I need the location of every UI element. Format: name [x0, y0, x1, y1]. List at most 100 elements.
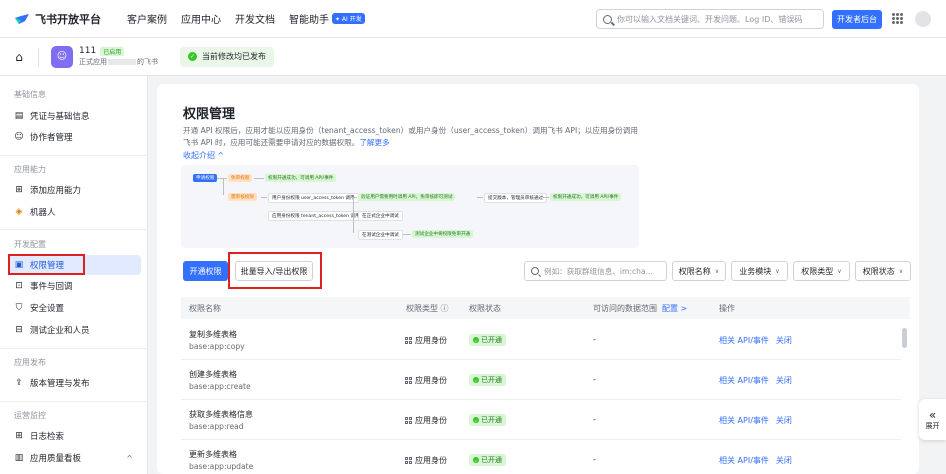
grid-icon	[405, 417, 412, 424]
sidebar-item-label: 应用质量看板	[30, 454, 82, 464]
permission-type: 应用身份	[405, 375, 447, 386]
feishu-logo-icon	[15, 13, 29, 24]
chevron-down-icon: ∨	[714, 267, 720, 275]
filter-label: 权限名称	[678, 266, 711, 276]
table-scrollbar[interactable]	[902, 328, 907, 348]
flow-user-identity: 用户身份权限 user_access_token 调用	[268, 193, 359, 203]
table-row: 更新多维表格 base:app:update 应用身份 ✓ 已开通 - 相关 AP…	[181, 440, 901, 474]
learn-more-link[interactable]: 了解更多	[359, 138, 389, 147]
flow-connector	[543, 197, 549, 198]
sidebar-item-security[interactable]: ⛉ 安全设置	[8, 298, 141, 318]
sidebar-section-release: 应用发布	[14, 358, 46, 367]
permission-search-input[interactable]: 例如：获取群组信息、im:cha...	[524, 261, 667, 281]
divider	[0, 229, 148, 230]
filter-permission-name[interactable]: 权限名称 ∨	[672, 261, 726, 281]
flow-ok-1: 权限开通成功，可调用 API/事件	[265, 174, 337, 182]
sidebar-item-credentials[interactable]: ▤ 凭证与基础信息	[8, 106, 141, 126]
filter-business-module[interactable]: 业务模块 ∨	[731, 261, 788, 281]
table-row: 创建多维表格 base:app:create 应用身份 ✓ 已开通 - 相关 AP…	[181, 360, 901, 400]
close-permission-link[interactable]: 关闭	[776, 335, 792, 346]
flow-test: 在测试企业中调试	[358, 230, 403, 240]
config-link[interactable]: 配置 >	[662, 303, 687, 314]
sidebar-item-logs[interactable]: ⊞ 日志检索	[8, 426, 141, 446]
close-permission-link[interactable]: 关闭	[776, 375, 792, 386]
apps-grid-icon[interactable]	[892, 13, 903, 24]
expand-label: 展开	[925, 421, 940, 430]
data-range: -	[593, 415, 596, 424]
home-icon[interactable]: ⌂	[12, 50, 26, 64]
enable-permission-button[interactable]: 开通权限	[183, 261, 228, 281]
sidebar-item-add-capability[interactable]: ⊞ 添加应用能力	[8, 180, 141, 200]
nav-customer-cases[interactable]: 客户案例	[127, 11, 167, 26]
close-permission-link[interactable]: 关闭	[776, 415, 792, 426]
chevron-down-icon: ∨	[837, 267, 842, 275]
related-api-link[interactable]: 相关 API/事件	[719, 335, 769, 346]
sidebar-item-label: 事件与回调	[30, 282, 73, 292]
status-badge: ✓ 已开通	[469, 374, 506, 386]
permission-type-label: 应用身份	[415, 416, 447, 425]
robot-app-icon: ☺	[51, 45, 73, 68]
dev-console-button[interactable]: 开发者后台	[832, 10, 882, 29]
divider	[0, 155, 148, 156]
flow-apply: 申请权限	[193, 174, 218, 182]
close-permission-link[interactable]: 关闭	[776, 455, 792, 466]
sidebar-item-collaborators[interactable]: ☺ 协作者管理	[8, 127, 141, 147]
divider	[38, 47, 39, 66]
sidebar-item-label: 凭证与基础信息	[30, 112, 90, 122]
sidebar: 基础信息 ▤ 凭证与基础信息 ☺ 协作者管理 应用能力 ⊞ 添加应用能力 ◈ 机器人 开…	[0, 76, 148, 474]
flow-connector	[254, 178, 264, 179]
related-api-link[interactable]: 相关 API/事件	[719, 415, 769, 426]
nav-ai-assistant[interactable]: 智能助手 ✦ AI 开发	[289, 11, 365, 26]
sidebar-item-events[interactable]: ⊡ 事件与回调	[8, 276, 141, 296]
flow-formal: 在正式企业中调试	[358, 211, 403, 221]
filter-permission-status[interactable]: 权限状态 ∨	[855, 261, 911, 281]
sidebar-item-bot[interactable]: ◈ 机器人	[8, 202, 141, 222]
permission-code: base:app:copy	[189, 342, 245, 351]
related-api-link[interactable]: 相关 API/事件	[719, 375, 769, 386]
chevron-down-icon: ∨	[898, 267, 904, 275]
status-text: 已开通	[481, 416, 502, 424]
grid-icon	[405, 457, 412, 464]
highlight-box	[8, 254, 85, 275]
nav-app-center[interactable]: 应用中心	[181, 11, 221, 26]
top-navbar: 飞书开放平台 客户案例 应用中心 开发文档 智能助手 ✦ AI 开发 你可以输入文…	[0, 0, 946, 38]
sidebar-item-test-enterprise[interactable]: ⊟ 测试企业和人员	[8, 320, 141, 340]
user-avatar[interactable]	[915, 11, 931, 27]
flow-connector	[351, 197, 357, 198]
permission-code: base:app:update	[189, 462, 254, 471]
expand-panel-button[interactable]: « 展开	[919, 399, 946, 440]
flow-connector	[403, 234, 411, 235]
filter-label: 权限状态	[862, 266, 895, 276]
app-header: ⌂ ☺ 111 已启用 正式应用 的飞书 ✓ 当前修改均已发布	[0, 38, 946, 76]
user-icon: ☺	[14, 132, 24, 142]
apps-add-icon: ⊞	[15, 185, 23, 195]
related-api-link[interactable]: 相关 API/事件	[719, 455, 769, 466]
sidebar-item-label: 机器人	[30, 208, 56, 218]
highlight-box	[228, 252, 322, 289]
flow-app-identity: 应用身份权限 tenant_access_token 调用	[268, 211, 364, 221]
status-text: 已开通	[481, 376, 502, 384]
id-card-icon: ▤	[14, 111, 24, 121]
check-circle-icon: ✓	[473, 337, 479, 343]
status-badge: ✓ 已开通	[469, 454, 506, 466]
sidebar-item-label: 安全设置	[30, 304, 65, 314]
brand-logo[interactable]: 飞书开放平台	[14, 11, 101, 27]
filter-permission-type[interactable]: 权限类型 ∨	[793, 261, 850, 281]
data-range: -	[593, 375, 596, 384]
permission-name: 获取多维表格信息	[189, 410, 253, 419]
col-permission-name: 权限名称	[189, 304, 221, 313]
ai-badge: ✦ AI 开发	[332, 13, 365, 24]
permission-name: 创建多维表格	[189, 370, 237, 379]
publish-status-text: 当前修改均已发布	[202, 52, 266, 61]
sidebar-item-versions[interactable]: ⇪ 版本管理与发布	[8, 373, 141, 393]
permission-type: 应用身份	[405, 335, 447, 346]
chart-icon: ▥	[14, 453, 24, 463]
sidebar-section-dev-config: 开发配置	[14, 240, 46, 249]
flow-test-ok: 测试企业中将权限免审开通	[412, 230, 474, 238]
sidebar-item-quality[interactable]: ▥ 应用质量看板 ^	[8, 448, 141, 468]
global-search-input[interactable]: 你可以输入文档关键词、开发问题、Log ID、错误码	[596, 9, 824, 29]
page-title: 权限管理	[183, 107, 236, 122]
flow-connector	[353, 197, 354, 233]
collapse-intro-link[interactable]: 收起介绍 ^	[183, 150, 224, 161]
nav-dev-docs[interactable]: 开发文档	[235, 11, 275, 26]
